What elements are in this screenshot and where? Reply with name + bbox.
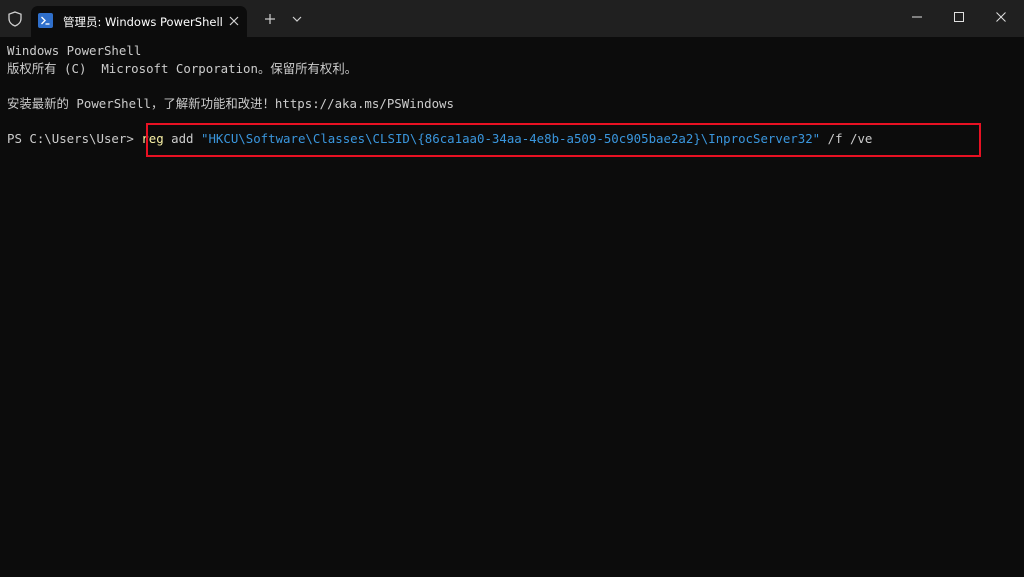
tab-title: 管理员: Windows PowerShell [63,15,223,29]
maximize-icon[interactable] [938,0,980,33]
close-window-icon[interactable] [980,0,1022,33]
copyright-line: 版权所有 (C) Microsoft Corporation。保留所有权利。 [7,61,358,76]
powershell-icon [38,13,53,28]
title-bar: 管理员: Windows PowerShell [0,0,1024,37]
install-line: 安装最新的 PowerShell，了解新功能和改进！https://aka.ms… [7,96,454,111]
terminal-output[interactable]: Windows PowerShell 版权所有 (C) Microsoft Co… [0,37,1024,577]
minimize-icon[interactable] [896,0,938,33]
chevron-down-icon[interactable] [286,8,308,30]
tab-powershell[interactable]: 管理员: Windows PowerShell [31,6,247,37]
shield-icon[interactable] [0,0,30,37]
header-line: Windows PowerShell [7,43,142,58]
terminal-window: 管理员: Windows PowerShell Windows PowerShe… [0,0,1024,577]
highlight-box [146,123,981,157]
prompt: PS C:\Users\User> [7,131,142,146]
plus-icon[interactable] [259,8,281,30]
close-icon[interactable] [225,12,243,30]
